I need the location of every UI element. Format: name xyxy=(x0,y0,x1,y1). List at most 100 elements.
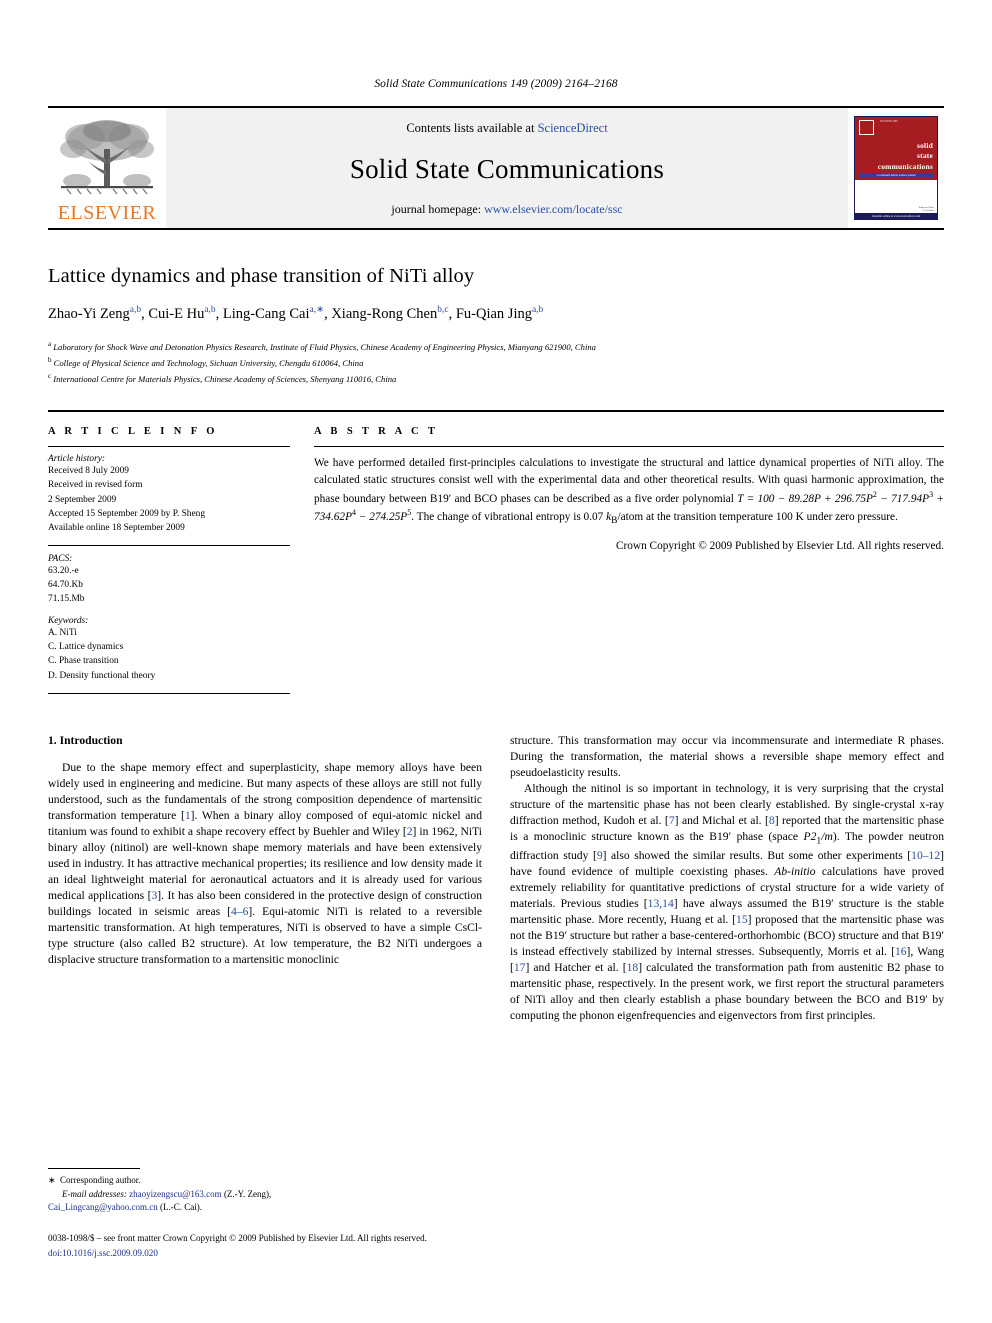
abstract-part-3: . The change of vibrational entropy is 0… xyxy=(411,511,607,524)
email-owner: (Z.-Y. Zeng), xyxy=(221,1188,272,1199)
page-footer: 0038-1098/$ – see front matter Crown Cop… xyxy=(48,1231,944,1260)
abstract-part-2: and BCO phases can be described as a fiv… xyxy=(451,492,738,505)
keywords-label: Keywords: xyxy=(48,616,89,627)
affiliation-text: Laboratory for Shock Wave and Detonation… xyxy=(53,341,596,352)
section-heading-introduction: 1. Introduction xyxy=(48,733,123,747)
keyword-item: A. NiTi xyxy=(48,628,77,639)
email-owner: (L.-C. Cai). xyxy=(157,1202,203,1212)
pacs-label: PACS: xyxy=(48,553,73,564)
history-item: Accepted 15 September 2009 by P. Sheng xyxy=(48,508,206,519)
title-block: Lattice dynamics and phase transition of… xyxy=(48,264,944,386)
pacs-group: PACS: 63.20.-e 64.70.Kb 71.15.Mb xyxy=(48,554,290,606)
paper-page: Solid State Communications 149 (2009) 21… xyxy=(0,0,992,1323)
affiliation-marker: b xyxy=(48,355,52,364)
history-item: 2 September 2009 xyxy=(48,494,117,505)
email-link[interactable]: zhaoyizengscu@163.com xyxy=(129,1189,222,1199)
body-column-right: structure. This transformation may occur… xyxy=(510,733,944,1163)
sciencedirect-link[interactable]: ScienceDirect xyxy=(538,121,608,135)
space-group-rest: /m xyxy=(821,829,833,843)
author-affil-marker: a,∗ xyxy=(309,305,325,316)
email-line-1: E-mail addresses: zhaoyizengscu@163.com … xyxy=(48,1188,478,1202)
citation-link[interactable]: 15 xyxy=(736,913,748,926)
abstract-column: A B S T R A C T We have performed detail… xyxy=(314,426,944,700)
email-line-2: Cai_Lingcang@yahoo.com.cn (L.-C. Cai). xyxy=(48,1201,478,1215)
footnote-divider xyxy=(48,1168,140,1169)
page-title: Lattice dynamics and phase transition of… xyxy=(48,265,475,287)
article-history-label: Article history: xyxy=(48,454,106,465)
keyword-item: C. Lattice dynamics xyxy=(48,642,124,653)
author-name: Ling-Cang Cai xyxy=(222,306,310,323)
author-affil-marker: a,b xyxy=(129,305,142,316)
paragraph-text: ] and Michal et al. [ xyxy=(674,813,769,827)
history-item: Received in revised form xyxy=(48,480,143,491)
keywords-group: Keywords: A. NiTi C. Lattice dynamics C.… xyxy=(48,616,290,682)
author-list: Zhao-Yi Zenga,b, Cui-E Hua,b, Ling-Cang … xyxy=(48,305,944,325)
author-name: Zhao-Yi Zeng xyxy=(48,306,130,323)
cover-title-line-3: communications xyxy=(877,161,933,171)
cover-tagline: a condensed matter science journal xyxy=(859,173,933,179)
corresponding-author-line: ∗ Corresponding author. xyxy=(48,1174,478,1188)
masthead-center: Contents lists available at ScienceDirec… xyxy=(166,108,848,228)
paragraph: Although the nitinol is so important in … xyxy=(510,781,944,1024)
article-history-group: Article history: Received 8 July 2009 Re… xyxy=(48,454,290,535)
author-name: Fu-Qian Jing xyxy=(455,306,532,323)
pacs-item: 64.70.Kb xyxy=(48,579,83,590)
journal-title: Solid State Communications xyxy=(349,153,665,184)
affiliation: b College of Physical Science and Techno… xyxy=(48,355,944,371)
abstract-formula: T = 100 − 89.28P + 296.75P xyxy=(737,492,873,505)
elsevier-tree-icon xyxy=(60,120,154,195)
cover-masthead-tiny-text: ISSN 0038-1098 xyxy=(880,120,898,123)
affiliation-marker: c xyxy=(48,371,52,380)
author-affil-marker: a,b xyxy=(531,305,544,316)
paragraph-text: ] and Hatcher et al. [ xyxy=(525,960,627,974)
info-abstract-band: A R T I C L E I N F O Article history: R… xyxy=(48,410,944,700)
cover-title-line-2: state xyxy=(917,151,933,161)
author-name: Cui-E Hu xyxy=(148,306,205,323)
author-affil-marker: b,c xyxy=(437,305,449,316)
author: Zhao-Yi Zenga,b, xyxy=(48,305,148,323)
pacs-item: 63.20.-e xyxy=(48,565,79,576)
divider xyxy=(48,446,290,448)
author: Xiang-Rong Chenb,c, xyxy=(331,305,456,323)
author: Ling-Cang Caia,∗, xyxy=(222,305,331,323)
running-head: Solid State Communications 149 (2009) 21… xyxy=(374,78,618,90)
journal-cover-thumbnail: ISSN 0038-1098 solid state communication… xyxy=(848,108,944,228)
body-column-left: 1. Introduction Due to the shape memory … xyxy=(48,733,482,1163)
article-info-heading: A R T I C L E I N F O xyxy=(48,426,218,438)
author-affil-marker: a,b xyxy=(204,305,216,316)
divider xyxy=(48,544,290,546)
author-name: Xiang-Rong Chen xyxy=(331,306,438,323)
issn-copyright-line: 0038-1098/$ – see front matter Crown Cop… xyxy=(48,1233,427,1243)
author-sep: , xyxy=(448,306,456,323)
doi-link[interactable]: doi:10.1016/j.ssc.2009.09.020 xyxy=(48,1246,944,1261)
affiliation-text: International Centre for Materials Physi… xyxy=(53,373,397,384)
divider xyxy=(48,692,290,694)
author: Cui-E Hua,b, xyxy=(148,305,223,323)
footnote-star-marker: ∗ xyxy=(48,1175,56,1185)
cover-inner: ISSN 0038-1098 solid state communication… xyxy=(854,116,938,220)
email-link[interactable]: Cai_Lingcang@yahoo.com.cn xyxy=(48,1202,158,1212)
citation-link[interactable]: 16 xyxy=(895,945,907,958)
divider xyxy=(314,446,944,448)
paragraph: Due to the shape memory effect and super… xyxy=(48,760,482,969)
abstract-formula-d: − 274.25P xyxy=(355,511,408,524)
citation-link[interactable]: 13,14 xyxy=(648,897,674,910)
abstract-copyright: Crown Copyright © 2009 Published by Else… xyxy=(615,540,944,553)
citation-link[interactable]: 10–12 xyxy=(911,849,940,862)
citation-link[interactable]: 18 xyxy=(627,961,639,974)
citation-link[interactable]: 4–6 xyxy=(231,905,248,918)
space-group-symbol: P2 xyxy=(803,829,817,843)
paragraph: structure. This transformation may occur… xyxy=(510,733,944,781)
affiliation-text: College of Physical Science and Technolo… xyxy=(53,357,364,368)
abstract-formula-b: − 717.94P xyxy=(876,492,930,505)
journal-homepage-link[interactable]: www.elsevier.com/locate/ssc xyxy=(484,202,623,216)
cover-title-line-1: solid xyxy=(916,141,933,150)
latin-phrase: Ab-initio xyxy=(774,864,816,878)
contents-available-line: Contents lists available at ScienceDirec… xyxy=(406,121,607,136)
citation-link[interactable]: 17 xyxy=(514,961,526,974)
elsevier-wordmark: ELSEVIER xyxy=(57,202,157,224)
email-label: E-mail addresses: xyxy=(62,1188,127,1199)
keyword-item: C. Phase transition xyxy=(48,656,119,667)
pacs-item: 71.15.Mb xyxy=(48,594,85,605)
keyword-item: D. Density functional theory xyxy=(48,670,156,681)
